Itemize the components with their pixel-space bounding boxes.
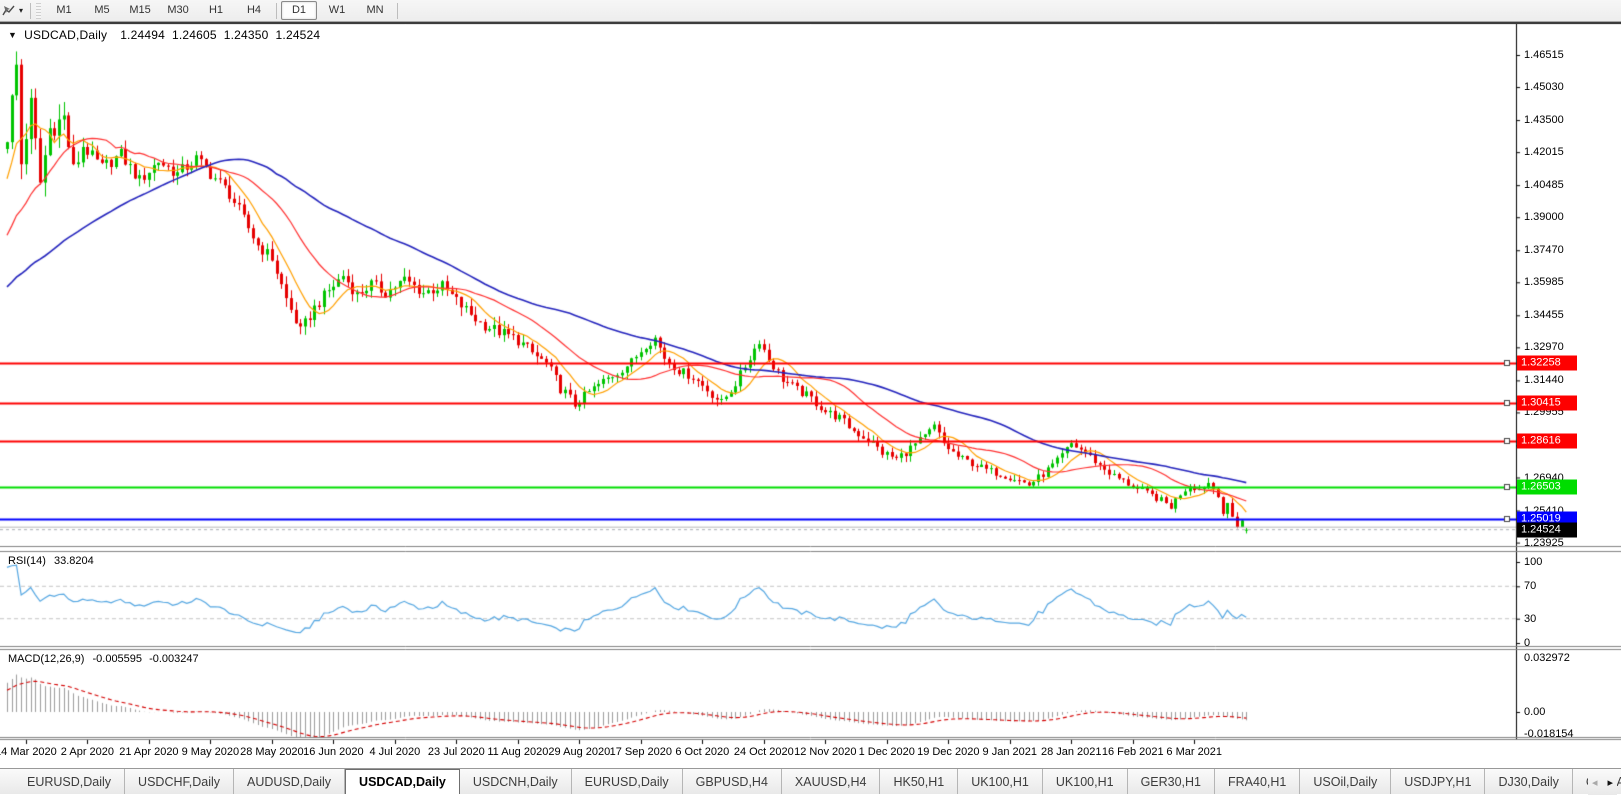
date-axis-label: 12 Nov 2020 <box>794 746 856 758</box>
cursor-chart-icon <box>2 4 16 17</box>
timeframe-button-h4[interactable]: H4 <box>236 1 272 20</box>
rsi-name: RSI(14) <box>8 555 46 567</box>
toolbar-separator <box>30 3 31 19</box>
price-axis-tick: 1.31440 <box>1524 374 1564 386</box>
rsi-axis-tick: 70 <box>1524 580 1536 592</box>
timeframe-button-m1[interactable]: M1 <box>46 1 82 20</box>
chart-tab-ger30-h1[interactable]: GER30,H1 <box>1128 769 1215 794</box>
price-axis-tick: 1.45030 <box>1524 81 1564 93</box>
rsi-axis-tick: 30 <box>1524 613 1536 625</box>
chart-tab-fra40-h1[interactable]: FRA40,H1 <box>1215 769 1300 794</box>
chart-symbol-period: USDCAD,Daily <box>24 28 107 42</box>
toolbar-separator <box>276 3 277 19</box>
date-axis-label: 14 Mar 2020 <box>0 746 57 758</box>
price-axis-tick: 1.39000 <box>1524 211 1564 223</box>
date-axis-label: 17 Sep 2020 <box>610 746 672 758</box>
chart-title: ▼ USDCAD,Daily 1.24494 1.24605 1.24350 1… <box>8 28 320 42</box>
timeframe-button-mn[interactable]: MN <box>357 1 393 20</box>
chart-tab-hk50-h1[interactable]: HK50,H1 <box>880 769 958 794</box>
timeframe-button-m15[interactable]: M15 <box>122 1 158 20</box>
date-axis-label: 9 Jan 2021 <box>983 746 1037 758</box>
price-chart-canvas[interactable] <box>0 0 1621 794</box>
timeframe-toolbar: ▾ M1M5M15M30H1H4 D1W1MN <box>0 0 1621 22</box>
date-axis-label: 23 Jul 2020 <box>428 746 485 758</box>
macd-axis-tick: -0.018154 <box>1524 728 1574 740</box>
tab-scroll-right-icon[interactable]: ▸ <box>1607 776 1613 789</box>
chart-tab-usdjpy-h1[interactable]: USDJPY,H1 <box>1391 769 1485 794</box>
chart-tab-usdcnh-daily[interactable]: USDCNH,Daily <box>460 769 572 794</box>
rsi-axis-tick: 100 <box>1524 556 1542 568</box>
ohlc-low: 1.24350 <box>224 28 269 42</box>
price-axis-tick: 1.35985 <box>1524 276 1564 288</box>
price-line-badge: 1.30415 <box>1517 395 1577 410</box>
timeframe-buttons: M1M5M15M30H1H4 D1W1MN <box>45 1 394 20</box>
chart-tab-xauusd-h4[interactable]: XAUUSD,H4 <box>782 769 881 794</box>
price-axis-tick: 1.40485 <box>1524 179 1564 191</box>
rsi-axis-tick: 0 <box>1524 637 1530 649</box>
date-axis-label: 2 Apr 2020 <box>61 746 114 758</box>
timeframe-button-m30[interactable]: M30 <box>160 1 196 20</box>
chart-tab-audusd-daily[interactable]: AUDUSD,Daily <box>234 769 345 794</box>
date-axis-label: 4 Jul 2020 <box>369 746 420 758</box>
price-axis-tick: 1.23925 <box>1524 537 1564 549</box>
toolbar-grip-handle[interactable] <box>36 3 41 19</box>
chart-tab-dj30-daily[interactable]: DJ30,Daily <box>1485 769 1572 794</box>
date-axis-label: 16 Feb 2021 <box>1102 746 1164 758</box>
date-axis-label: 6 Mar 2021 <box>1166 746 1222 758</box>
macd-axis-tick: 0.032972 <box>1524 652 1570 664</box>
chart-tab-usoil-daily[interactable]: USOil,Daily <box>1300 769 1391 794</box>
price-axis-tick: 1.42015 <box>1524 146 1564 158</box>
chart-tab-eurusd-daily[interactable]: EURUSD,Daily <box>14 769 125 794</box>
chart-tab-eurusd-daily[interactable]: EURUSD,Daily <box>572 769 683 794</box>
price-line-badge: 1.28616 <box>1517 434 1577 449</box>
chart-tab-usdchf-daily[interactable]: USDCHF,Daily <box>125 769 234 794</box>
chart-tools-button[interactable]: ▾ <box>0 2 27 20</box>
price-axis-tick: 1.43500 <box>1524 114 1564 126</box>
timeframe-button-w1[interactable]: W1 <box>319 1 355 20</box>
chart-tab-bar: EURUSD,DailyUSDCHF,DailyAUDUSD,DailyUSDC… <box>0 768 1621 794</box>
date-axis-label: 1 Dec 2020 <box>859 746 915 758</box>
date-axis-label: 6 Oct 2020 <box>675 746 729 758</box>
price-line-badge: 1.32258 <box>1517 355 1577 370</box>
date-axis-label: 21 Apr 2020 <box>119 746 178 758</box>
date-axis-label: 29 Aug 2020 <box>548 746 610 758</box>
rsi-value: 33.8204 <box>54 555 94 567</box>
timeframe-button-m5[interactable]: M5 <box>84 1 120 20</box>
chart-tab-uk100-h1[interactable]: UK100,H1 <box>958 769 1043 794</box>
price-axis-tick: 1.37470 <box>1524 244 1564 256</box>
timeframe-button-h1[interactable]: H1 <box>198 1 234 20</box>
macd-label: MACD(12,26,9) -0.005595 -0.003247 <box>8 653 199 665</box>
date-axis-label: 24 Oct 2020 <box>734 746 794 758</box>
price-line-badge: 1.24524 <box>1517 522 1577 537</box>
macd-axis-tick: 0.00 <box>1524 706 1545 718</box>
tab-scroll-arrows: ◂ ▸ <box>1588 769 1617 795</box>
chart-tabs: EURUSD,DailyUSDCHF,DailyAUDUSD,DailyUSDC… <box>14 769 1621 794</box>
date-axis-label: 19 Dec 2020 <box>917 746 979 758</box>
price-axis-tick: 1.34455 <box>1524 309 1564 321</box>
macd-main-value: -0.005595 <box>92 653 142 665</box>
date-axis-label: 16 Jun 2020 <box>303 746 364 758</box>
timeframe-button-d1[interactable]: D1 <box>281 1 317 20</box>
tab-scroll-left-icon[interactable]: ◂ <box>1592 776 1598 789</box>
date-axis-label: 28 May 2020 <box>240 746 304 758</box>
toolbar-divider <box>0 22 1621 24</box>
date-axis-label: 9 May 2020 <box>182 746 239 758</box>
price-axis-tick: 1.46515 <box>1524 49 1564 61</box>
collapse-objects-icon[interactable]: ▼ <box>8 30 17 40</box>
ohlc-close: 1.24524 <box>276 28 321 42</box>
date-axis-label: 11 Aug 2020 <box>487 746 548 758</box>
chart-tab-uk100-h1[interactable]: UK100,H1 <box>1043 769 1128 794</box>
ohlc-high: 1.24605 <box>172 28 217 42</box>
price-axis-tick: 1.32970 <box>1524 341 1564 353</box>
date-axis-label: 28 Jan 2021 <box>1041 746 1102 758</box>
macd-name: MACD(12,26,9) <box>8 653 84 665</box>
chart-tab-usdcad-daily[interactable]: USDCAD,Daily <box>345 769 460 794</box>
chart-tab-gbpusd-h4[interactable]: GBPUSD,H4 <box>683 769 782 794</box>
macd-signal-value: -0.003247 <box>149 653 199 665</box>
toolbar-separator <box>397 3 398 19</box>
ohlc-open: 1.24494 <box>120 28 165 42</box>
rsi-label: RSI(14) 33.8204 <box>8 555 94 567</box>
chevron-down-icon: ▾ <box>19 6 23 15</box>
price-line-badge: 1.26503 <box>1517 479 1577 494</box>
